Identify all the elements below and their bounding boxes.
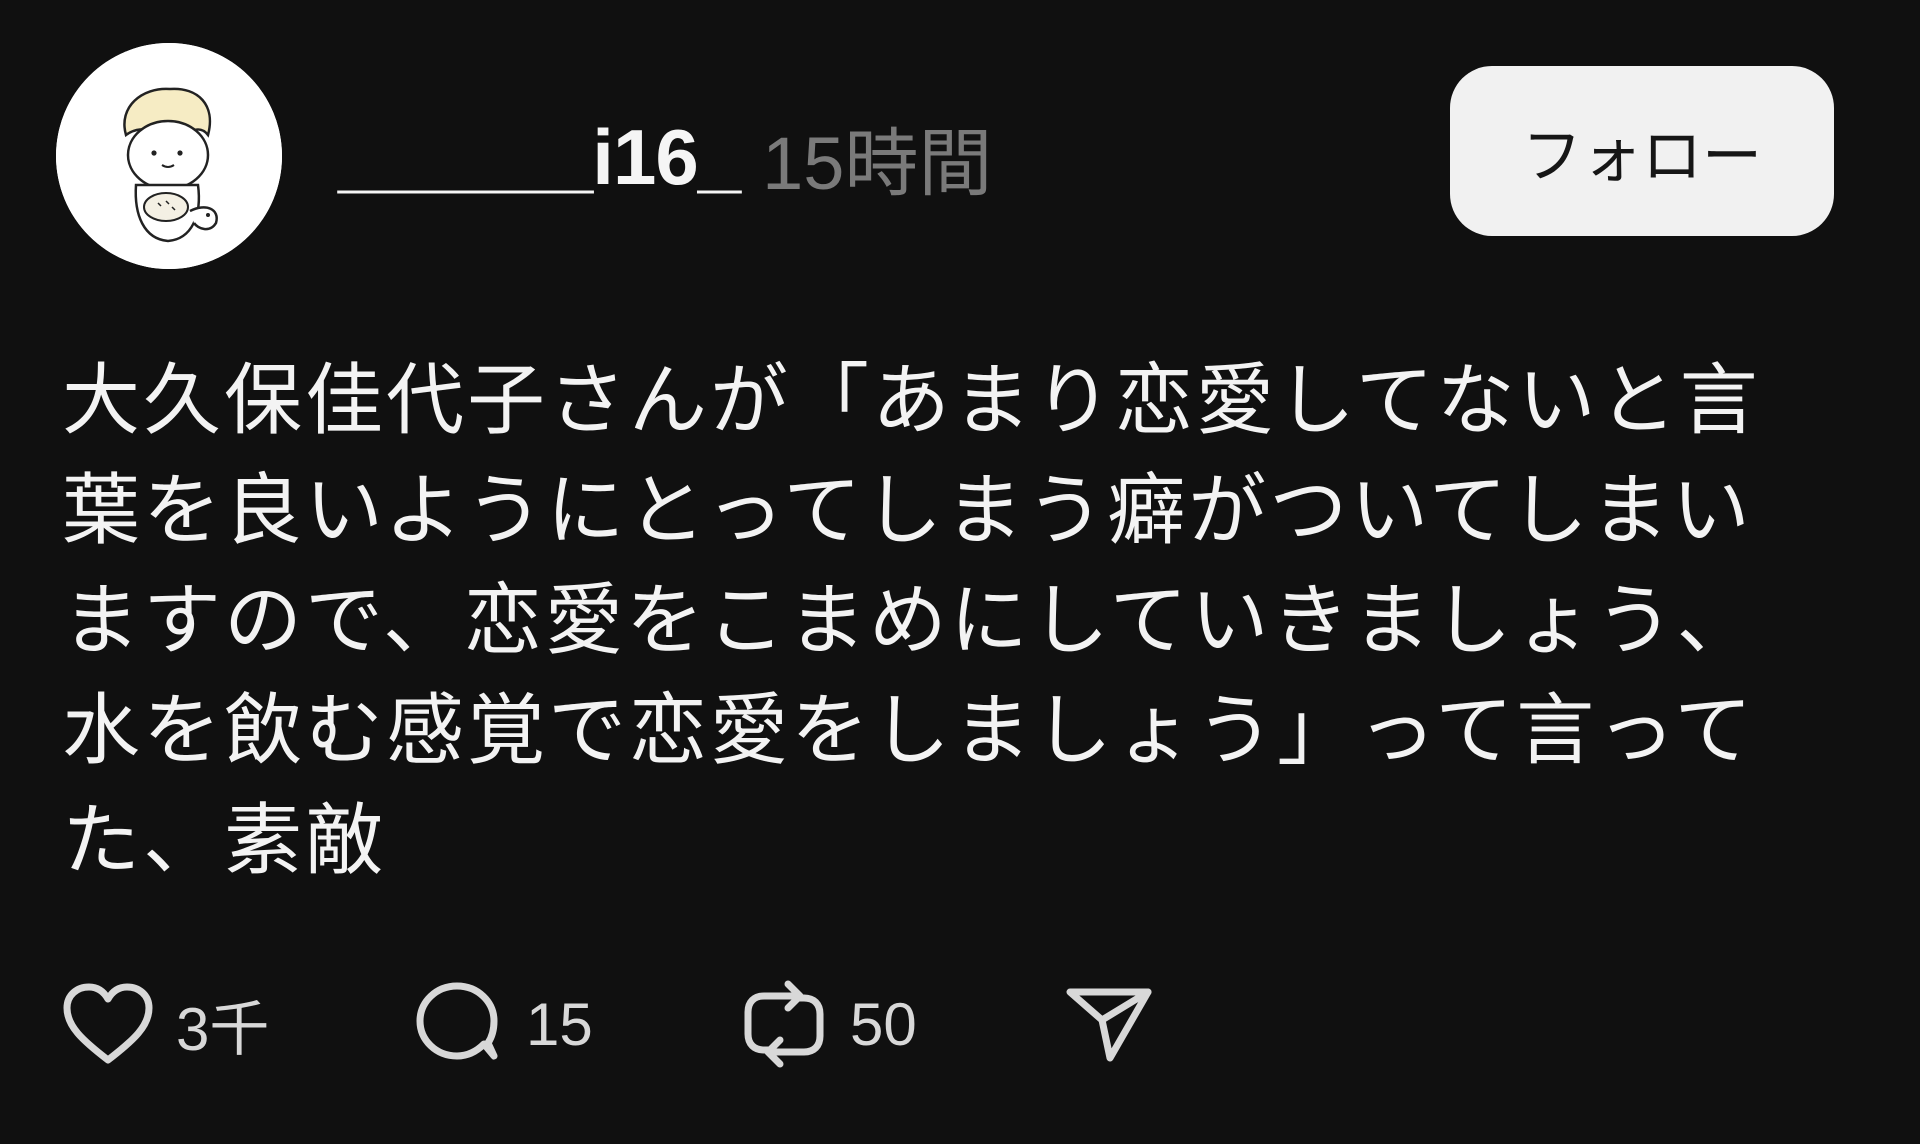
share-button[interactable] [1064, 982, 1154, 1066]
repost-button[interactable]: 50 [740, 978, 1064, 1070]
post-actions-bar: 3千 15 50 [62, 976, 1154, 1072]
like-button[interactable]: 3千 [62, 981, 412, 1068]
heart-icon [63, 983, 153, 1064]
speech-bubble-icon [416, 982, 498, 1060]
author-username[interactable]: ______i16_ [338, 112, 741, 203]
post-timestamp: 15時間 [762, 121, 993, 205]
send-icon [1066, 988, 1152, 1062]
reply-count: 15 [526, 990, 593, 1058]
thread-post: ______i16_ 15時間 フォロー 大久保佳代子さんが「あまり恋愛してない… [0, 0, 1920, 1144]
reply-button[interactable]: 15 [412, 978, 740, 1070]
avatar-illustration [56, 43, 282, 269]
author-avatar[interactable] [56, 43, 282, 269]
post-header: ______i16_ 15時間 [338, 112, 992, 205]
repost-arrows-icon [744, 980, 824, 1068]
follow-button[interactable]: フォロー [1450, 66, 1834, 236]
repost-count: 50 [850, 990, 917, 1058]
like-count: 3千 [176, 995, 270, 1063]
post-text: 大久保佳代子さんが「あまり恋愛してないと言葉を良いようにとってしまう癖がついてし… [62, 356, 1761, 886]
